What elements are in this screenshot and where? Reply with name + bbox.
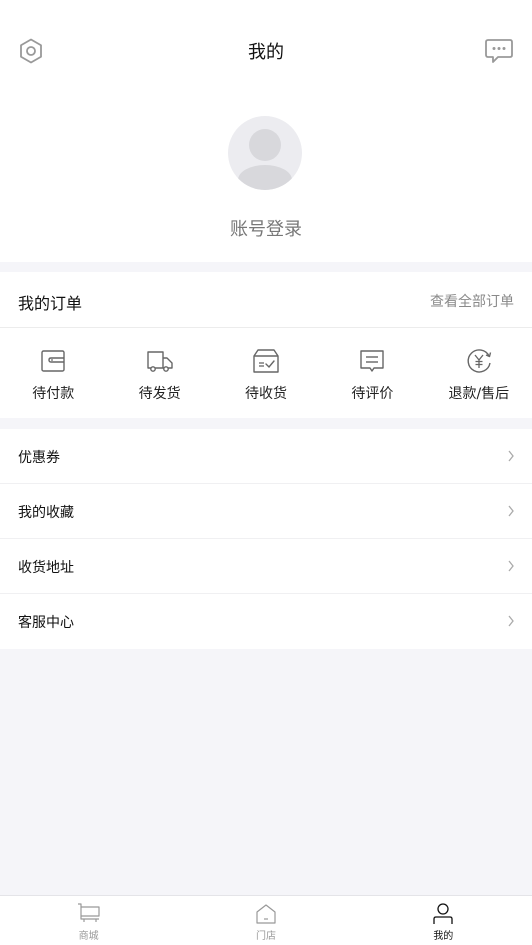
order-status-pending-review[interactable]: 待评价 bbox=[319, 329, 425, 418]
menu-item-favorites[interactable]: 我的收藏 bbox=[0, 484, 532, 539]
store-icon bbox=[256, 904, 276, 924]
bottom-tab-bar: 商城 门店 我的 bbox=[0, 895, 532, 945]
comment-icon bbox=[360, 350, 385, 372]
order-status-label: 退款/售后 bbox=[448, 386, 510, 402]
menu-item-coupons[interactable]: 优惠券 bbox=[0, 429, 532, 484]
message-icon bbox=[485, 39, 513, 63]
avatar-icon bbox=[238, 129, 292, 190]
login-link[interactable]: 账号登录 bbox=[0, 215, 532, 241]
order-status-label: 待付款 bbox=[32, 386, 75, 402]
page-title: 我的 bbox=[248, 42, 284, 63]
menu-item-customer-service[interactable]: 客服中心 bbox=[0, 594, 532, 649]
profile-section: 我的 账号登录 bbox=[0, 0, 532, 262]
order-status-list: 待付款 待发货 待收货 待评价 退款/售后 bbox=[0, 329, 532, 418]
menu-item-address[interactable]: 收货地址 bbox=[0, 539, 532, 594]
view-all-orders-link[interactable]: 查看全部订单 bbox=[430, 291, 514, 311]
tab-label: 我的 bbox=[433, 931, 454, 942]
order-status-label: 待评价 bbox=[351, 386, 394, 402]
refund-icon bbox=[467, 349, 492, 373]
wallet-icon bbox=[41, 350, 65, 372]
tab-label: 门店 bbox=[255, 931, 276, 942]
order-status-label: 待收货 bbox=[245, 386, 288, 402]
chevron-right-icon bbox=[508, 505, 514, 517]
chevron-right-icon bbox=[508, 560, 514, 572]
order-status-refund[interactable]: 退款/售后 bbox=[426, 329, 532, 418]
user-icon bbox=[433, 903, 453, 924]
order-status-pending-payment[interactable]: 待付款 bbox=[0, 329, 106, 418]
tab-mine[interactable]: 我的 bbox=[355, 896, 532, 945]
header: 我的 bbox=[0, 24, 532, 78]
orders-header: 我的订单 查看全部订单 bbox=[0, 272, 532, 328]
menu-item-label: 优惠券 bbox=[18, 450, 60, 466]
box-icon bbox=[253, 349, 279, 373]
menu-item-label: 收货地址 bbox=[18, 560, 74, 576]
tab-mall[interactable]: 商城 bbox=[0, 896, 177, 945]
chevron-right-icon bbox=[508, 615, 514, 627]
avatar[interactable] bbox=[228, 116, 302, 190]
tab-store[interactable]: 门店 bbox=[177, 896, 354, 945]
tab-label: 商城 bbox=[78, 931, 99, 942]
menu-item-label: 我的收藏 bbox=[18, 505, 74, 521]
menu-item-label: 客服中心 bbox=[18, 615, 74, 631]
order-status-label: 待发货 bbox=[138, 386, 181, 402]
order-status-pending-shipment[interactable]: 待发货 bbox=[106, 329, 212, 418]
chevron-right-icon bbox=[508, 450, 514, 462]
message-button[interactable] bbox=[482, 34, 516, 68]
orders-title: 我的订单 bbox=[18, 294, 83, 313]
cart-icon bbox=[77, 903, 100, 922]
menu-list: 优惠券 我的收藏 收货地址 客服中心 bbox=[0, 429, 532, 649]
order-status-pending-receipt[interactable]: 待收货 bbox=[213, 329, 319, 418]
truck-icon bbox=[146, 351, 173, 372]
orders-section: 我的订单 查看全部订单 待付款 待发货 待收货 待评价 退款/售后 bbox=[0, 272, 532, 418]
